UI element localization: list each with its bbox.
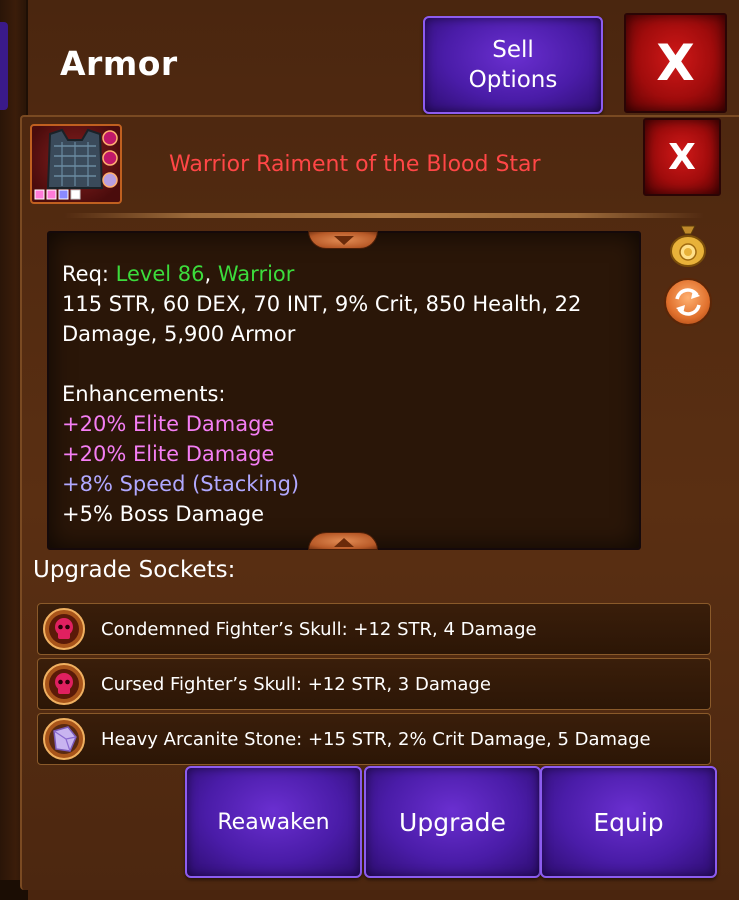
close-button[interactable]: X xyxy=(624,13,727,113)
sell-coin-button[interactable] xyxy=(667,222,709,268)
req-separator: , xyxy=(204,262,212,286)
item-stats-box: Req: Level 86, Warrior 115 STR, 60 DEX, … xyxy=(47,231,641,550)
socket-text: Heavy Arcanite Stone: +15 STR, 2% Crit D… xyxy=(101,728,651,750)
enhancement-3: +8% Speed (Stacking) xyxy=(62,472,300,496)
sell-options-label-line1: Sell xyxy=(492,37,534,63)
swap-arrows-icon xyxy=(675,288,701,316)
socket-row[interactable]: Cursed Fighter’s Skull: +12 STR, 3 Damag… xyxy=(37,658,711,710)
enhancements-label: Enhancements: xyxy=(62,382,226,406)
sell-options-label-line2: Options xyxy=(468,67,558,93)
item-title: Warrior Raiment of the Blood Star xyxy=(169,152,541,177)
enhancement-4: +5% Boss Damage xyxy=(62,502,265,526)
upgrade-sockets-title: Upgrade Sockets: xyxy=(33,557,236,583)
vest-icon xyxy=(34,128,118,200)
stats-line-2: Damage, 5,900 Armor xyxy=(62,322,296,346)
enhancement-2: +20% Elite Damage xyxy=(62,442,275,466)
scroll-up-button[interactable] xyxy=(308,231,378,249)
equip-button[interactable]: Equip xyxy=(540,766,717,878)
socket-row[interactable]: Heavy Arcanite Stone: +15 STR, 2% Crit D… xyxy=(37,713,711,765)
left-panel-tab[interactable] xyxy=(0,22,8,110)
upgrade-button[interactable]: Upgrade xyxy=(364,766,541,878)
socket-row[interactable]: Condemned Fighter’s Skull: +12 STR, 4 Da… xyxy=(37,603,711,655)
req-class: Warrior xyxy=(217,262,295,286)
reawaken-button[interactable]: Reawaken xyxy=(185,766,362,878)
req-label: Req: xyxy=(62,262,109,286)
item-close-button[interactable]: X xyxy=(643,118,721,196)
triangle-down-icon xyxy=(334,236,354,245)
red-skull-icon xyxy=(43,608,85,650)
requirements-line: Req: Level 86, Warrior xyxy=(62,259,626,289)
triangle-up-icon xyxy=(334,538,354,547)
enhancement-1: +20% Elite Damage xyxy=(62,412,275,436)
page-title: Armor xyxy=(60,44,178,83)
title-divider xyxy=(64,213,704,218)
socket-text: Cursed Fighter’s Skull: +12 STR, 3 Damag… xyxy=(101,673,491,695)
coin-bag-icon xyxy=(670,225,706,267)
stats-line-1: 115 STR, 60 DEX, 70 INT, 9% Crit, 850 He… xyxy=(62,292,582,316)
purple-crystal-icon xyxy=(43,718,85,760)
armor-item-icon xyxy=(30,124,122,204)
sell-options-button[interactable]: Sell Options xyxy=(423,16,603,114)
socket-text: Condemned Fighter’s Skull: +12 STR, 4 Da… xyxy=(101,618,537,640)
req-level: Level 86 xyxy=(115,262,205,286)
compare-swap-button[interactable] xyxy=(664,278,712,326)
scroll-down-button[interactable] xyxy=(308,532,378,550)
red-skull-icon xyxy=(43,663,85,705)
